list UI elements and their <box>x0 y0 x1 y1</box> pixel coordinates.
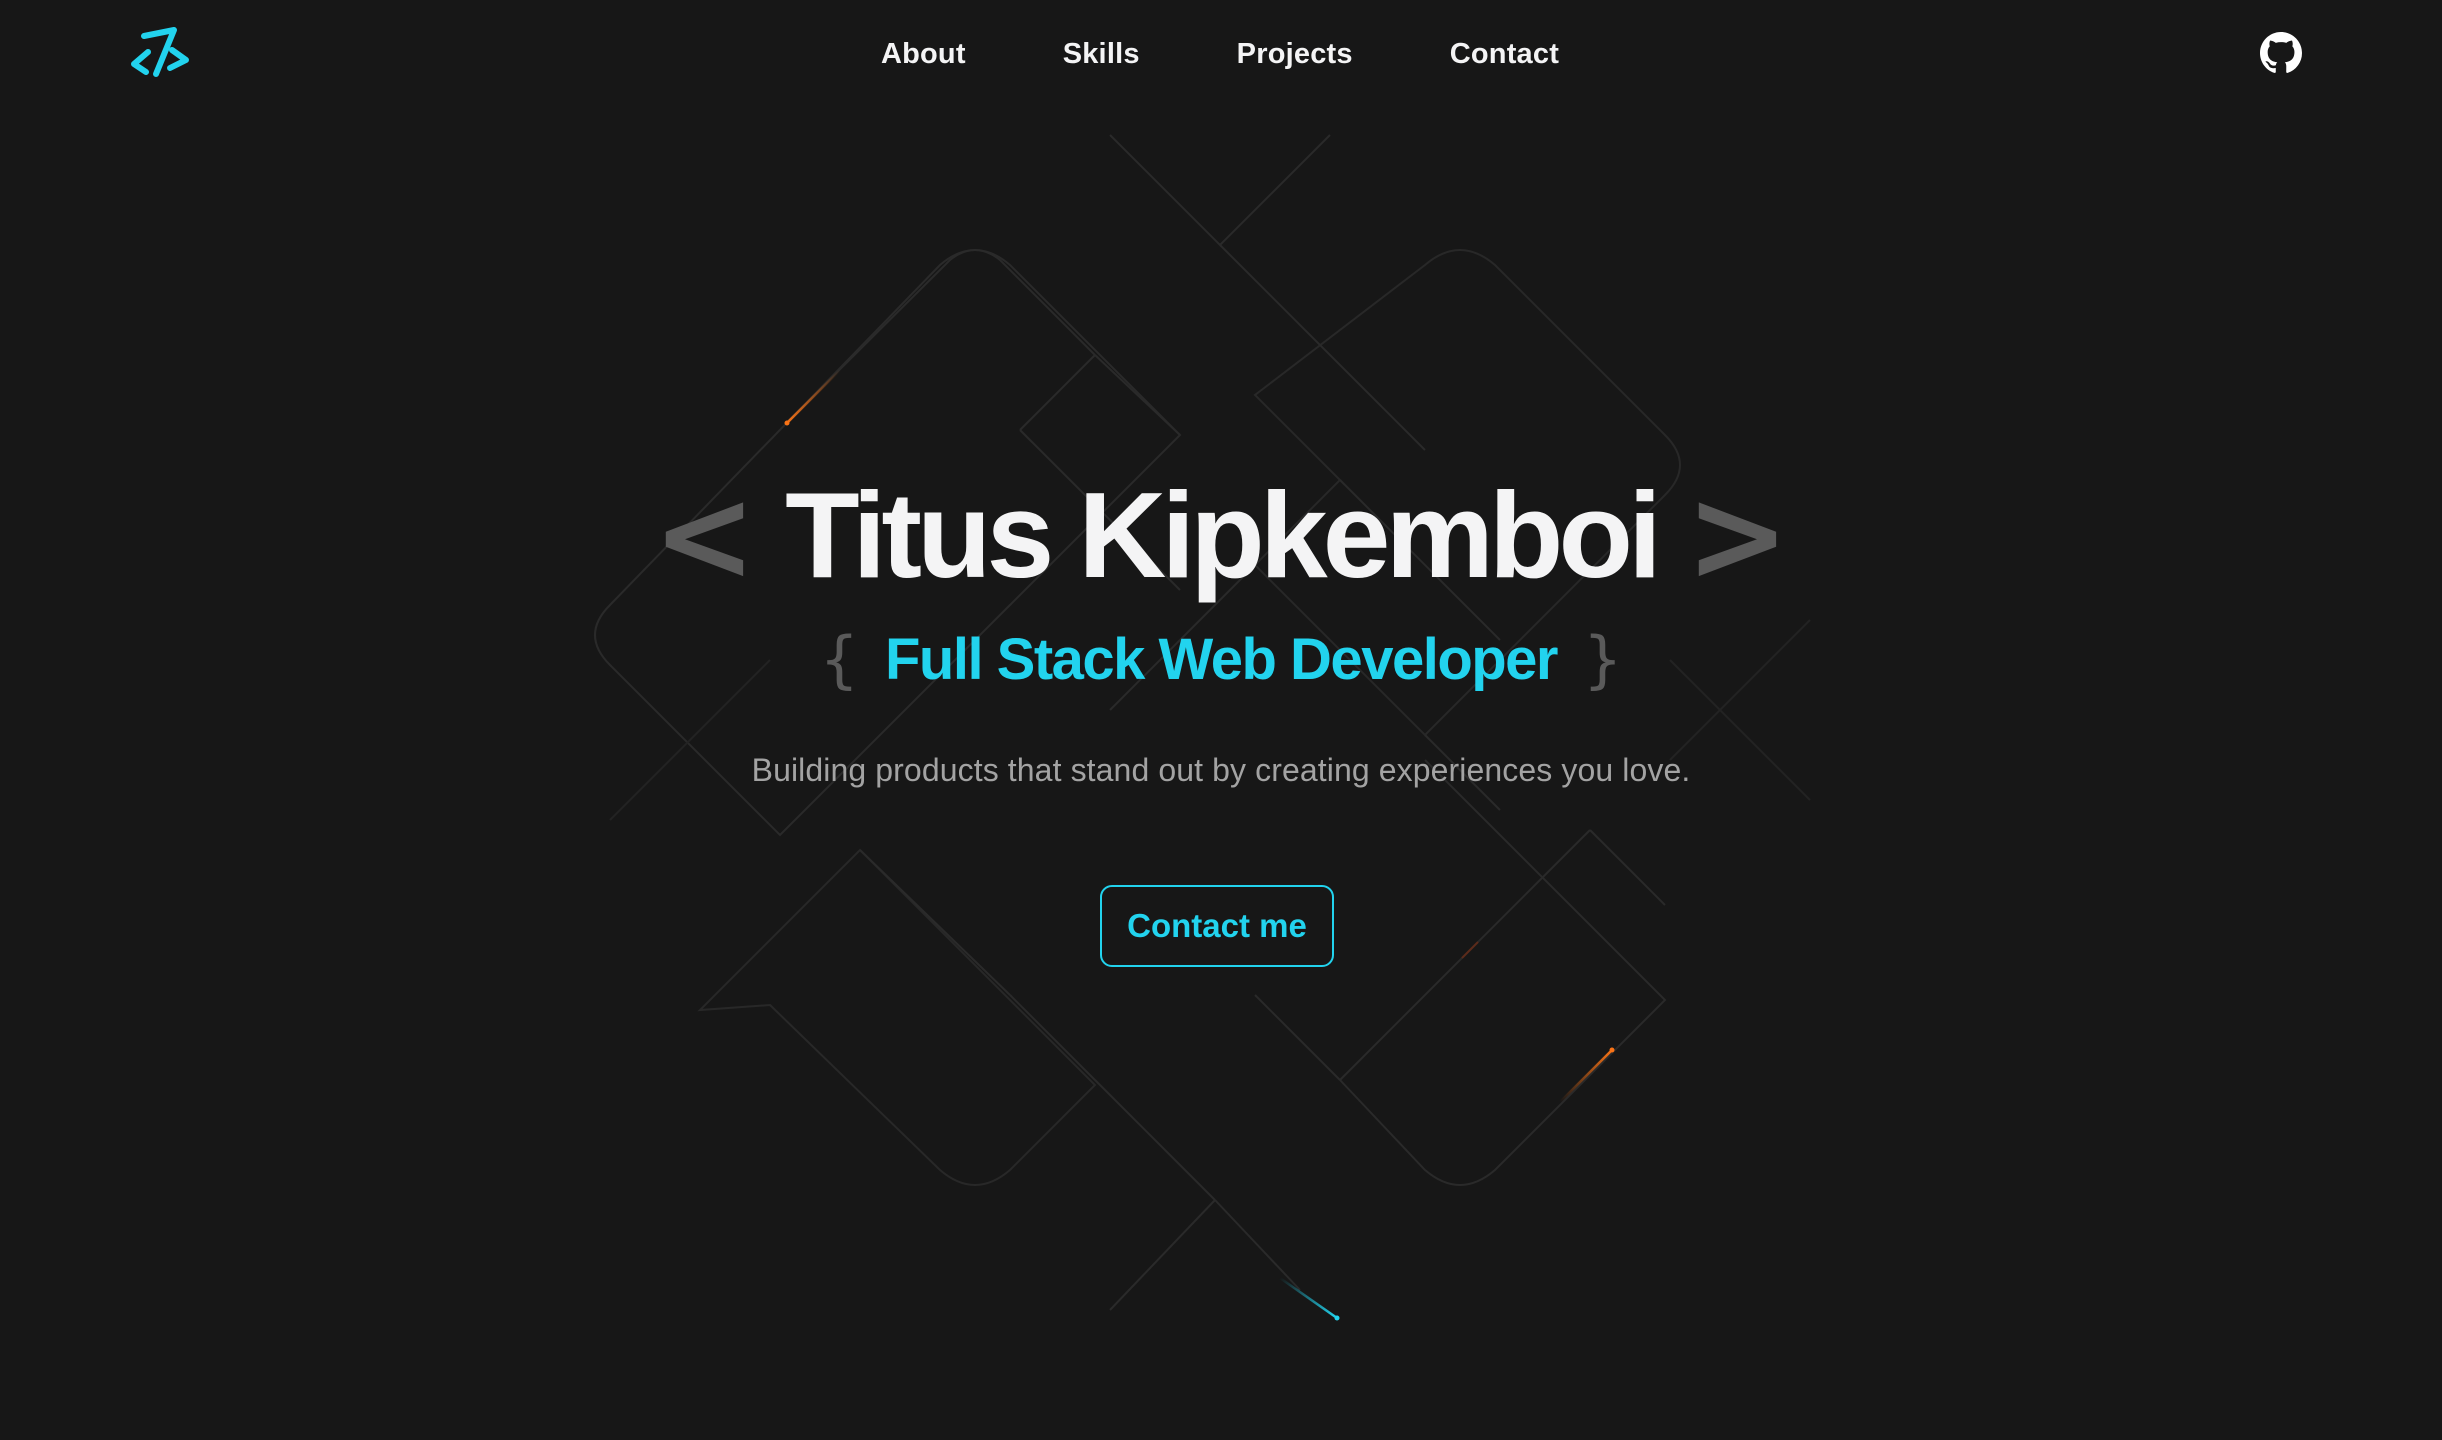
hero-name-row: < Titus Kipkemboi > <box>0 460 2442 610</box>
open-curly-brace: { <box>819 623 859 696</box>
contact-me-button[interactable]: Contact me <box>1100 885 1334 967</box>
open-angle-bracket: < <box>652 459 757 611</box>
hero-tagline: Building products that stand out by crea… <box>751 752 1691 788</box>
hero-role: Full Stack Web Developer <box>884 627 1559 692</box>
hero-role-row: { Full Stack Web Developer } <box>0 618 2442 702</box>
portfolio-page: About Skills Projects Contact < Titus Ki… <box>0 0 2442 1440</box>
hero-name: Titus Kipkemboi <box>785 467 1662 603</box>
close-curly-brace: } <box>1583 623 1623 696</box>
close-angle-bracket: > <box>1685 459 1790 611</box>
hero-section: < Titus Kipkemboi > { Full Stack Web Dev… <box>0 0 2442 1440</box>
